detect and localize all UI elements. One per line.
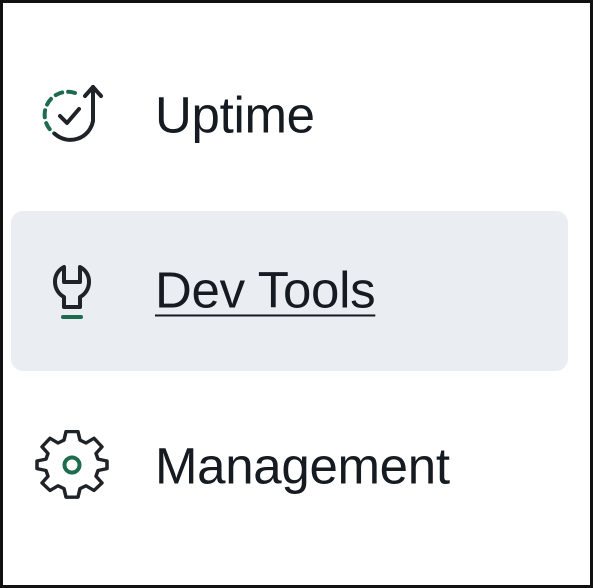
navigation-panel: Uptime Dev Tools Management <box>0 0 593 588</box>
nav-item-management[interactable]: Management <box>11 387 568 547</box>
nav-item-uptime[interactable]: Uptime <box>11 36 568 196</box>
nav-item-dev-tools-label: Dev Tools <box>155 261 376 319</box>
wrench-icon <box>35 254 109 328</box>
nav-item-uptime-label: Uptime <box>155 86 315 144</box>
gear-icon <box>35 430 109 504</box>
nav-item-dev-tools[interactable]: Dev Tools <box>11 211 568 371</box>
nav-item-management-label: Management <box>155 437 450 495</box>
uptime-icon <box>35 79 109 153</box>
